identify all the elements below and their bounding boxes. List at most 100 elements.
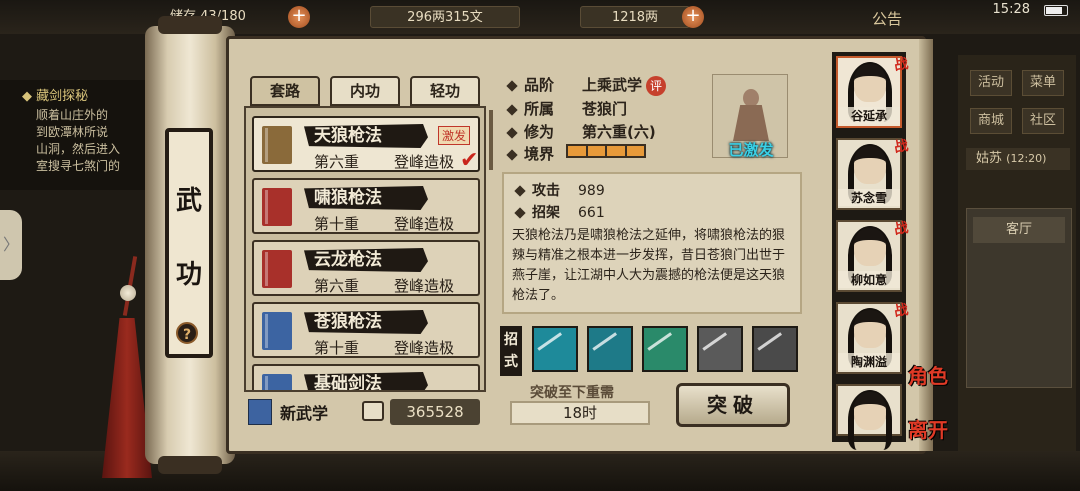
scroll-cap-bottom bbox=[158, 456, 222, 474]
clock: 15:28 bbox=[992, 2, 1030, 17]
role-button[interactable]: 角色 bbox=[908, 360, 948, 389]
tab-routines[interactable]: 套路 bbox=[250, 76, 320, 106]
diamond-icon bbox=[506, 126, 518, 139]
realm-label: 境界 bbox=[524, 145, 555, 163]
character-face bbox=[854, 228, 886, 266]
move-icon[interactable] bbox=[587, 326, 633, 372]
points-value: 365528 bbox=[390, 399, 480, 425]
tab-lightness[interactable]: 轻功 bbox=[410, 76, 480, 106]
breakthrough-button[interactable]: 突破 bbox=[676, 383, 790, 427]
move-icon[interactable] bbox=[642, 326, 688, 372]
scroll-points-icon bbox=[362, 401, 384, 421]
parry-row: 招架 661 bbox=[514, 202, 605, 222]
evaluate-button[interactable]: 评 bbox=[646, 75, 667, 96]
skill-item[interactable]: 天狼枪法 激发 第六重 登峰造极 ✔ bbox=[252, 116, 480, 173]
move-icon[interactable] bbox=[532, 326, 578, 372]
skill-name: 啸狼枪法 bbox=[304, 186, 428, 210]
menu-button[interactable]: 菜单 bbox=[1022, 70, 1064, 96]
skill-level: 第六重 bbox=[314, 277, 360, 295]
realm-segment bbox=[587, 146, 605, 156]
skill-name: 苍狼枪法 bbox=[304, 310, 428, 334]
skill-name: 基础剑法 bbox=[304, 372, 428, 390]
battery-icon bbox=[1044, 5, 1068, 16]
skill-rank: 登峰造极 bbox=[394, 215, 455, 233]
skill-item[interactable]: 啸狼枪法 第十重 登峰造极 bbox=[252, 178, 480, 234]
move-icon[interactable] bbox=[697, 326, 743, 372]
diamond-icon bbox=[506, 148, 518, 161]
tab-inner-power[interactable]: 内功 bbox=[330, 76, 400, 106]
quest-panel[interactable]: ◆ 藏剑探秘 顺着山庄外的 到欧潭林所说 山洞，然后进入 室搜寻七煞门的 bbox=[0, 80, 160, 190]
skill-rank: 登峰造极 bbox=[394, 277, 455, 295]
grade-label: 品阶 bbox=[524, 76, 555, 94]
realm-row: 境界 bbox=[506, 143, 572, 164]
list-scrollbar[interactable] bbox=[489, 110, 493, 170]
character-name: 苏念雪 bbox=[838, 189, 900, 206]
skill-item[interactable]: 苍狼枪法 第十重 登峰造极 bbox=[252, 302, 480, 358]
character-face bbox=[854, 146, 886, 184]
tassel-bead bbox=[120, 285, 136, 301]
new-skill-button[interactable]: 新武学 bbox=[280, 400, 350, 424]
skill-rank: 登峰造极 bbox=[394, 339, 455, 357]
character-portrait[interactable]: 战 谷延承 bbox=[836, 56, 909, 128]
new-skill-book-icon[interactable] bbox=[248, 399, 272, 425]
add-gold-button[interactable]: + bbox=[682, 6, 704, 28]
character-name: 柳如意 bbox=[838, 271, 900, 288]
move-icon[interactable] bbox=[752, 326, 798, 372]
realm-segment bbox=[626, 146, 644, 156]
character-name: 陶渊溢 bbox=[838, 353, 900, 370]
shop-button[interactable]: 商城 bbox=[970, 108, 1012, 134]
book-icon bbox=[262, 126, 292, 164]
cultivation-row: 修为 第六重(六) bbox=[506, 121, 656, 142]
character-portrait[interactable]: 战 苏念雪 bbox=[836, 138, 909, 210]
room-item[interactable]: 客厅 bbox=[973, 217, 1065, 243]
realm-segment bbox=[568, 146, 586, 156]
book-icon bbox=[262, 374, 292, 390]
skill-level: 第十重 bbox=[314, 339, 360, 357]
parry-label: 招架 bbox=[532, 205, 560, 221]
skill-list[interactable]: 天狼枪法 激发 第六重 登峰造极 ✔ 啸狼枪法 第十重 登峰造极 云龙枪法 第六… bbox=[244, 106, 486, 392]
quest-line: 山洞，然后进入 bbox=[36, 142, 121, 156]
cultivation-label: 修为 bbox=[524, 123, 555, 141]
leave-button[interactable]: 离开 bbox=[908, 414, 948, 443]
diamond-icon bbox=[506, 79, 518, 92]
add-storage-button[interactable]: + bbox=[288, 6, 310, 28]
room-list: 客厅 bbox=[966, 208, 1072, 388]
school-value: 苍狼门 bbox=[582, 100, 628, 118]
diamond-icon bbox=[506, 103, 518, 116]
skill-rank: 登峰造极 bbox=[394, 153, 455, 171]
parry-value: 661 bbox=[578, 205, 605, 221]
book-icon bbox=[262, 188, 292, 226]
scroll-cap-top bbox=[158, 16, 222, 34]
book-icon bbox=[262, 250, 292, 288]
parchment-edge bbox=[919, 39, 933, 451]
skill-item[interactable]: 云龙枪法 第六重 登峰造极 bbox=[252, 240, 480, 296]
character-face bbox=[854, 392, 886, 430]
diamond-icon bbox=[514, 207, 526, 219]
notice-button[interactable]: 公告 bbox=[872, 8, 902, 29]
grade-value: 上乘武学 bbox=[582, 76, 643, 94]
side-expand-tab[interactable]: 〉 bbox=[0, 210, 22, 280]
skill-name: 天狼枪法 bbox=[304, 124, 428, 148]
community-button[interactable]: 社区 bbox=[1022, 108, 1064, 134]
skill-level: 第六重 bbox=[314, 153, 360, 171]
character-portrait[interactable]: 战 柳如意 bbox=[836, 220, 909, 292]
quest-line: 到欧潭林所说 bbox=[36, 125, 109, 139]
skill-description: 天狼枪法乃是啸狼枪法之延伸，将啸狼枪法的狠辣与精准之根本进一步发挥，昔日苍狼门出… bbox=[512, 228, 786, 303]
activity-button[interactable]: 活动 bbox=[970, 70, 1012, 96]
skill-item[interactable]: 基础剑法 bbox=[252, 364, 480, 390]
stats-box: 攻击 989 招架 661 天狼枪法乃是啸狼枪法之延伸，将啸狼枪法的狠辣与精准之根本… bbox=[502, 172, 802, 314]
skill-name: 云龙枪法 bbox=[304, 248, 428, 272]
character-portrait[interactable]: 战 陶渊溢 bbox=[836, 302, 909, 374]
quest-title: ◆ 藏剑探秘 bbox=[22, 89, 89, 104]
help-icon[interactable]: ? bbox=[176, 322, 198, 344]
figure-body bbox=[733, 105, 769, 141]
quest-line: 顺着山庄外的 bbox=[36, 108, 109, 122]
diamond-icon bbox=[514, 185, 526, 197]
character-portrait[interactable] bbox=[836, 384, 902, 450]
cultivation-value: 第六重(六) bbox=[582, 123, 656, 141]
grade-row: 品阶 上乘武学评 bbox=[506, 74, 667, 96]
realm-progress-bar bbox=[566, 144, 646, 158]
quest-line: 室搜寻七煞门的 bbox=[36, 159, 121, 173]
money-display: 296两315文 bbox=[370, 6, 520, 28]
gold-display: 1218两 bbox=[580, 6, 690, 28]
